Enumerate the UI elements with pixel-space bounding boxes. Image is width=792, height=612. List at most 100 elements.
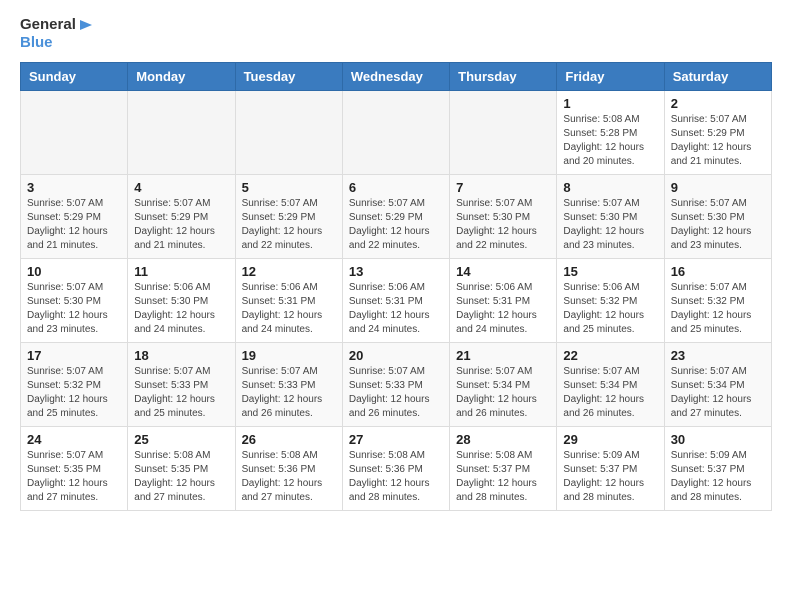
day-info: Sunrise: 5:06 AMSunset: 5:31 PMDaylight:… [456,281,550,337]
calendar-cell: 17 Sunrise: 5:07 AMSunset: 5:32 PMDayligh… [21,342,128,426]
day-info: Sunrise: 5:07 AMSunset: 5:35 PMDaylight:… [27,449,121,505]
day-info: Sunrise: 5:07 AMSunset: 5:29 PMDaylight:… [671,113,765,169]
week-row-2: 10 Sunrise: 5:07 AMSunset: 5:30 PMDayligh… [21,258,772,342]
week-row-1: 3Sunrise: 5:07 AMSunset: 5:29 PMDaylight… [21,174,772,258]
day-number: 21 [456,348,550,363]
calendar-cell: 21 Sunrise: 5:07 AMSunset: 5:34 PMDayligh… [450,342,557,426]
day-info: Sunrise: 5:06 AMSunset: 5:32 PMDaylight:… [563,281,657,337]
day-number: 23 [671,348,765,363]
calendar-cell: 23 Sunrise: 5:07 AMSunset: 5:34 PMDayligh… [664,342,771,426]
day-info: Sunrise: 5:07 AMSunset: 5:34 PMDaylight:… [456,365,550,421]
day-number: 18 [134,348,228,363]
day-info: Sunrise: 5:07 AMSunset: 5:34 PMDaylight:… [671,365,765,421]
day-number: 25 [134,432,228,447]
day-number: 17 [27,348,121,363]
weekday-header-friday: Friday [557,62,664,90]
logo-text: General Blue [20,16,96,52]
logo-blue: Blue [20,34,53,51]
day-info: Sunrise: 5:08 AMSunset: 5:37 PMDaylight:… [456,449,550,505]
day-number: 5 [242,180,336,195]
page: General Blue SundayMondayTuesdayWednesda… [0,0,792,531]
day-info: Sunrise: 5:07 AMSunset: 5:29 PMDaylight:… [27,197,121,253]
weekday-header-saturday: Saturday [664,62,771,90]
day-number: 1 [563,96,657,111]
day-info: Sunrise: 5:07 AMSunset: 5:33 PMDaylight:… [134,365,228,421]
calendar-cell: 11 Sunrise: 5:06 AMSunset: 5:30 PMDayligh… [128,258,235,342]
day-info: Sunrise: 5:07 AMSunset: 5:30 PMDaylight:… [456,197,550,253]
day-info: Sunrise: 5:06 AMSunset: 5:30 PMDaylight:… [134,281,228,337]
day-number: 20 [349,348,443,363]
day-number: 16 [671,264,765,279]
weekday-header-wednesday: Wednesday [342,62,449,90]
weekday-header-thursday: Thursday [450,62,557,90]
calendar-cell: 9 Sunrise: 5:07 AMSunset: 5:30 PMDaylight… [664,174,771,258]
day-number: 7 [456,180,550,195]
calendar-cell: 29Sunrise: 5:09 AMSunset: 5:37 PMDayligh… [557,426,664,510]
day-info: Sunrise: 5:08 AMSunset: 5:36 PMDaylight:… [349,449,443,505]
day-number: 12 [242,264,336,279]
calendar-cell [128,90,235,174]
day-info: Sunrise: 5:07 AMSunset: 5:29 PMDaylight:… [134,197,228,253]
calendar-cell: 19 Sunrise: 5:07 AMSunset: 5:33 PMDayligh… [235,342,342,426]
logo: General Blue [20,16,96,52]
weekday-header-monday: Monday [128,62,235,90]
week-row-3: 17 Sunrise: 5:07 AMSunset: 5:32 PMDayligh… [21,342,772,426]
day-info: Sunrise: 5:06 AMSunset: 5:31 PMDaylight:… [242,281,336,337]
day-info: Sunrise: 5:07 AMSunset: 5:30 PMDaylight:… [27,281,121,337]
day-number: 4 [134,180,228,195]
calendar-cell [342,90,449,174]
calendar-cell: 7 Sunrise: 5:07 AMSunset: 5:30 PMDaylight… [450,174,557,258]
day-number: 28 [456,432,550,447]
calendar-cell [235,90,342,174]
day-number: 14 [456,264,550,279]
calendar-cell: 18 Sunrise: 5:07 AMSunset: 5:33 PMDayligh… [128,342,235,426]
calendar-cell: 28 Sunrise: 5:08 AMSunset: 5:37 PMDayligh… [450,426,557,510]
day-number: 6 [349,180,443,195]
calendar-cell: 16 Sunrise: 5:07 AMSunset: 5:32 PMDayligh… [664,258,771,342]
day-info: Sunrise: 5:07 AMSunset: 5:33 PMDaylight:… [242,365,336,421]
day-number: 19 [242,348,336,363]
calendar-cell: 5 Sunrise: 5:07 AMSunset: 5:29 PMDaylight… [235,174,342,258]
day-info: Sunrise: 5:07 AMSunset: 5:30 PMDaylight:… [563,197,657,253]
day-number: 11 [134,264,228,279]
day-info: Sunrise: 5:09 AMSunset: 5:37 PMDaylight:… [671,449,765,505]
day-number: 22 [563,348,657,363]
calendar-table: SundayMondayTuesdayWednesdayThursdayFrid… [20,62,772,511]
day-info: Sunrise: 5:07 AMSunset: 5:32 PMDaylight:… [27,365,121,421]
calendar-cell [450,90,557,174]
weekday-header-row: SundayMondayTuesdayWednesdayThursdayFrid… [21,62,772,90]
logo-general: General [20,16,76,33]
calendar-cell: 22 Sunrise: 5:07 AMSunset: 5:34 PMDayligh… [557,342,664,426]
day-info: Sunrise: 5:07 AMSunset: 5:34 PMDaylight:… [563,365,657,421]
day-number: 9 [671,180,765,195]
day-number: 10 [27,264,121,279]
calendar-cell: 8Sunrise: 5:07 AMSunset: 5:30 PMDaylight… [557,174,664,258]
calendar-cell: 14 Sunrise: 5:06 AMSunset: 5:31 PMDayligh… [450,258,557,342]
calendar-cell: 12 Sunrise: 5:06 AMSunset: 5:31 PMDayligh… [235,258,342,342]
day-number: 2 [671,96,765,111]
calendar-cell: 13Sunrise: 5:06 AMSunset: 5:31 PMDayligh… [342,258,449,342]
day-info: Sunrise: 5:06 AMSunset: 5:31 PMDaylight:… [349,281,443,337]
day-number: 27 [349,432,443,447]
calendar-cell: 20Sunrise: 5:07 AMSunset: 5:33 PMDayligh… [342,342,449,426]
day-number: 24 [27,432,121,447]
calendar-cell: 26 Sunrise: 5:08 AMSunset: 5:36 PMDayligh… [235,426,342,510]
calendar-cell: 27 Sunrise: 5:08 AMSunset: 5:36 PMDayligh… [342,426,449,510]
day-number: 15 [563,264,657,279]
day-info: Sunrise: 5:07 AMSunset: 5:29 PMDaylight:… [242,197,336,253]
day-info: Sunrise: 5:08 AMSunset: 5:36 PMDaylight:… [242,449,336,505]
calendar-cell: 25Sunrise: 5:08 AMSunset: 5:35 PMDayligh… [128,426,235,510]
calendar-cell: 6 Sunrise: 5:07 AMSunset: 5:29 PMDaylight… [342,174,449,258]
day-number: 26 [242,432,336,447]
day-number: 30 [671,432,765,447]
day-info: Sunrise: 5:07 AMSunset: 5:32 PMDaylight:… [671,281,765,337]
weekday-header-sunday: Sunday [21,62,128,90]
calendar-cell: 24 Sunrise: 5:07 AMSunset: 5:35 PMDayligh… [21,426,128,510]
calendar-cell: 15 Sunrise: 5:06 AMSunset: 5:32 PMDayligh… [557,258,664,342]
week-row-0: 1Sunrise: 5:08 AMSunset: 5:28 PMDaylight… [21,90,772,174]
calendar-cell: 2 Sunrise: 5:07 AMSunset: 5:29 PMDaylight… [664,90,771,174]
day-info: Sunrise: 5:07 AMSunset: 5:29 PMDaylight:… [349,197,443,253]
weekday-header-tuesday: Tuesday [235,62,342,90]
day-info: Sunrise: 5:07 AMSunset: 5:30 PMDaylight:… [671,197,765,253]
day-info: Sunrise: 5:09 AMSunset: 5:37 PMDaylight:… [563,449,657,505]
